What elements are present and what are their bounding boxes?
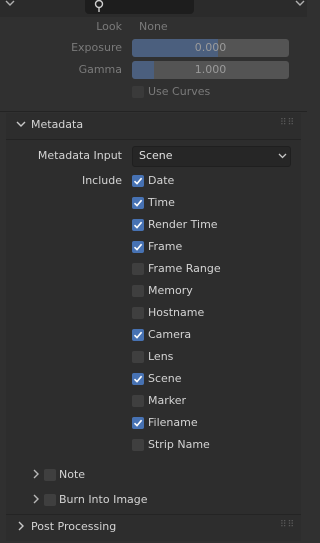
chevron-down-icon[interactable] [16,119,26,132]
include-checkbox[interactable] [132,417,144,429]
include-checkbox[interactable] [132,241,144,253]
gamma-label: Gamma [78,63,122,76]
use-curves-checkbox[interactable] [132,86,144,98]
note-label[interactable]: Note [59,468,85,481]
include-checkbox[interactable] [132,351,144,363]
include-checkbox[interactable] [132,219,144,231]
note-checkbox[interactable] [44,469,56,481]
checkmark-icon [133,177,143,185]
checkmark-icon [133,221,143,229]
include-item-label[interactable]: Memory [148,284,193,297]
include-checkbox[interactable] [132,373,144,385]
look-value[interactable]: None [139,20,168,33]
burn-into-image-checkbox[interactable] [44,494,56,506]
metadata-input-label: Metadata Input [37,149,122,162]
include-checkbox[interactable] [132,175,144,187]
checkmark-icon [133,243,143,251]
include-item-label[interactable]: Filename [148,416,198,429]
metadata-input-dropdown[interactable]: Scene [132,146,291,167]
chevron-right-icon[interactable] [18,521,26,534]
include-checkbox[interactable] [132,329,144,341]
include-checkbox[interactable] [132,307,144,319]
look-label: Look [96,20,122,33]
drag-handle-icon[interactable]: ⠿⠿ [280,118,295,128]
include-item-label[interactable]: Marker [148,394,186,407]
divider [0,111,307,112]
include-checkbox[interactable] [132,439,144,451]
exposure-slider[interactable]: 0.000 [132,39,289,57]
include-item-label[interactable]: Date [148,174,174,187]
include-item-label[interactable]: Time [148,196,175,209]
post-processing-title[interactable]: Post Processing [31,520,116,533]
include-label: Include [81,174,122,187]
search-icon [94,0,104,12]
include-checkbox[interactable] [132,395,144,407]
checkmark-icon [133,331,143,339]
drag-handle-icon[interactable]: ⠿⠿ [280,520,295,530]
gamma-slider[interactable]: 1.000 [132,61,289,79]
chevron-down-icon[interactable] [295,0,305,11]
search-input[interactable] [85,0,194,14]
checkmark-icon [133,419,143,427]
burn-into-image-label[interactable]: Burn Into Image [59,493,148,506]
divider [6,139,301,140]
chevron-right-icon[interactable] [33,469,41,482]
checkmark-icon [133,375,143,383]
metadata-panel-title[interactable]: Metadata [31,118,83,131]
include-checkbox[interactable] [132,285,144,297]
include-item-label[interactable]: Frame [148,240,182,253]
include-item-label[interactable]: Hostname [148,306,204,319]
include-item-label[interactable]: Camera [148,328,191,341]
include-item-label[interactable]: Strip Name [148,438,210,451]
chevron-right-icon[interactable] [33,494,41,507]
include-item-label[interactable]: Scene [148,372,182,385]
gamma-value: 1.000 [194,63,227,76]
chevron-down-icon[interactable] [5,0,15,11]
exposure-value: 0.000 [194,41,227,54]
exposure-label: Exposure [71,41,122,54]
checkmark-icon [133,199,143,207]
use-curves-label: Use Curves [148,85,211,98]
include-item-label[interactable]: Frame Range [148,262,221,275]
include-item-label[interactable]: Lens [148,350,173,363]
include-item-label[interactable]: Render Time [148,218,218,231]
metadata-input-value: Scene [139,149,173,162]
include-checkbox[interactable] [132,263,144,275]
chevron-down-icon [278,153,287,159]
include-checkbox[interactable] [132,197,144,209]
